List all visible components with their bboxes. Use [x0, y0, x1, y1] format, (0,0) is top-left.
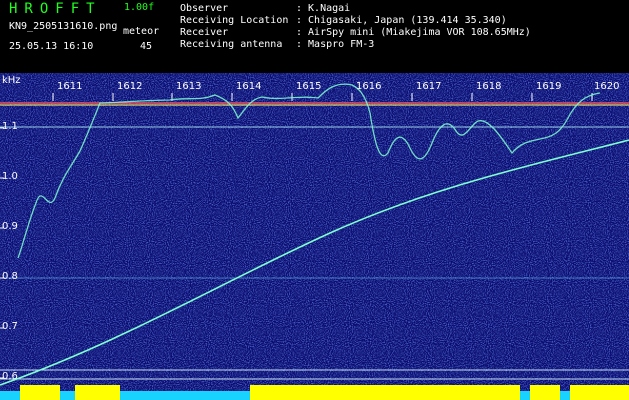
y-tick: 1.1	[2, 121, 18, 132]
minute-label: 1615	[296, 81, 322, 92]
location-key: Receiving Location	[180, 15, 289, 26]
minute-label: 1612	[117, 81, 143, 92]
minute-label: 1620	[594, 81, 620, 92]
minute-label: 1618	[476, 81, 502, 92]
spectrogram-waterfall	[0, 73, 629, 400]
receiver-key: Receiver	[180, 27, 229, 38]
y-tick: 0.9	[2, 221, 18, 232]
y-tick: 0.6	[2, 371, 18, 382]
minute-label: 1617	[416, 81, 442, 92]
receiver-value: : AirSpy mini (Miakejima VOR 108.65MHz)	[296, 27, 531, 38]
signal-level-bar	[250, 385, 520, 400]
minute-label: 1616	[356, 81, 382, 92]
signal-level-bar	[75, 385, 120, 400]
app-name: HROFFT	[9, 1, 102, 17]
location-value: : Chigasaki, Japan (139.414 35.340)	[296, 15, 507, 26]
observer-key: Observer	[180, 3, 229, 14]
app-version: 1.00f	[124, 2, 155, 13]
y-tick: 0.7	[2, 321, 18, 332]
minute-label: 1614	[236, 81, 262, 92]
minute-label: 1611	[57, 81, 83, 92]
observer-value: : K.Nagai	[296, 3, 351, 14]
file-name: KN9_2505131610.png	[9, 21, 118, 32]
meteor-label: meteor	[123, 26, 160, 37]
signal-level-bar	[20, 385, 60, 400]
spectrogram-plot: kHz 1.1 1.0 0.9 0.8 0.7 0.6 1611 1612 16…	[0, 73, 629, 400]
signal-level-bar	[570, 385, 629, 400]
minute-label: 1619	[536, 81, 562, 92]
record-datetime: 25.05.13 16:10	[9, 41, 94, 52]
header-panel: HROFFT 1.00f KN9_2505131610.png 25.05.13…	[0, 0, 629, 73]
minute-label: 1613	[176, 81, 202, 92]
antenna-key: Receiving antenna	[180, 39, 283, 50]
y-tick: 0.8	[2, 271, 18, 282]
y-axis-unit: kHz	[2, 75, 21, 86]
meteor-count: 45	[140, 41, 153, 52]
y-tick: 1.0	[2, 171, 18, 182]
antenna-value: : Maspro FM-3	[296, 39, 375, 50]
signal-level-bar	[530, 385, 560, 400]
